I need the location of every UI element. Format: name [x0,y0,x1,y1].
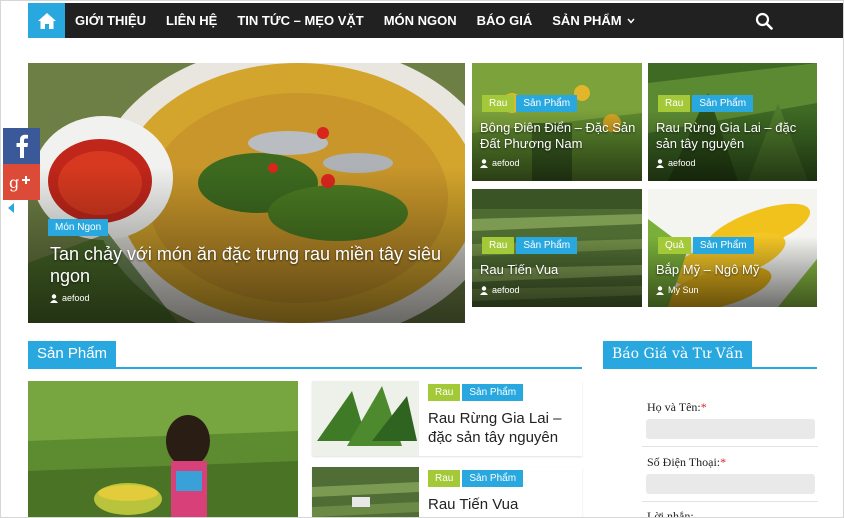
section-title: Báo Giá và Tư Vấn [603,341,753,367]
tag-rau[interactable]: Rau [482,95,515,112]
user-icon [50,293,58,303]
product-tags: Rau Sản Phẩm [428,470,524,487]
social-share-bar: g [3,128,40,213]
product-thumbnail-image [312,467,419,517]
user-icon [656,158,664,168]
product-card[interactable]: Rau Sản Phẩm Rau Rừng Gia Lai – đặc sản … [312,381,582,456]
hero-tile-tags: Rau Sản Phẩm [658,95,754,112]
hero-tile-author: My Sun [656,285,699,295]
tag-san-pham[interactable]: Sản Phẩm [516,237,578,254]
nav-item-san-pham[interactable]: SẢN PHẨM [542,3,644,38]
message-label: Lời nhắn: [647,509,694,518]
chevron-left-icon[interactable] [8,203,14,213]
hero-tile-title[interactable]: Rau Tiến Vua [480,262,640,278]
tag-san-pham[interactable]: Sản Phẩm [462,384,524,401]
product-thumbnail [312,467,419,517]
featured-product-image[interactable] [28,381,298,517]
hero-tile-author: aefood [480,285,520,295]
name-field[interactable] [646,419,815,439]
product-card[interactable]: Rau Sản Phẩm Rau Tiến Vua [312,467,582,517]
home-button[interactable] [28,3,65,38]
nav-menu: GIỚI THIỆU LIÊN HỆ TIN TỨC – MẸO VẶT MÓN… [65,3,645,38]
hero-tile-tags: Rau Sản Phẩm [482,237,578,254]
hero-tile-tags: Rau Sản Phẩm [482,95,578,112]
phone-label: Số Điện Thoại:* [647,455,727,469]
nav-item-tin-tuc[interactable]: TIN TỨC – MẸO VẶT [227,3,373,38]
tag-san-pham[interactable]: Sản Phẩm [516,95,578,112]
user-icon [480,158,488,168]
facebook-icon [16,134,28,158]
product-tags: Rau Sản Phẩm [428,384,524,401]
hero-main-title[interactable]: Tan chảy với món ăn đặc trưng rau miền t… [50,243,455,287]
hero-tile-title[interactable]: Bông Điên Điển – Đặc Sản Đất Phương Nam [480,120,640,152]
section-header-san-pham: Sản Phẩm [28,341,582,369]
nav-item-bao-gia[interactable]: BÁO GIÁ [467,3,543,38]
google-plus-share-button[interactable]: g [3,164,40,200]
tag-qua[interactable]: Quả [658,237,691,254]
hero-tile-title[interactable]: Rau Rừng Gia Lai – đặc sản tây nguyên [656,120,816,152]
tag-rau[interactable]: Rau [428,470,461,487]
tag-mon-ngon[interactable]: Món Ngon [48,219,109,236]
nav-item-lien-he[interactable]: LIÊN HỆ [156,3,227,38]
tag-san-pham[interactable]: Sản Phẩm [462,470,524,487]
hero-tile-author: aefood [656,158,696,168]
hero-tile-bong-dien-dien[interactable]: Rau Sản Phẩm Bông Điên Điển – Đặc Sản Đấ… [472,63,642,181]
hero-tile-rau-rung-gia-lai[interactable]: Rau Sản Phẩm Rau Rừng Gia Lai – đặc sản … [648,63,817,181]
divider [642,446,818,447]
product-thumbnail [312,381,419,456]
svg-text:g: g [9,173,19,192]
page: GIỚI THIỆU LIÊN HỆ TIN TỨC – MẸO VẶT MÓN… [0,0,844,518]
phone-field[interactable] [646,474,815,494]
product-title[interactable]: Rau Tiến Vua [428,495,578,514]
hero-main-author: aefood [50,293,90,303]
section-title: Sản Phẩm [28,341,117,367]
tag-rau[interactable]: Rau [428,384,461,401]
nav-item-gioi-thieu[interactable]: GIỚI THIỆU [65,3,156,38]
name-label: Họ và Tên:* [647,400,707,414]
hero-tile-tags: Quả Sản Phẩm [658,237,754,254]
search-icon[interactable] [755,12,773,30]
hero-tile-bap-my[interactable]: Quả Sản Phẩm Bắp Mỹ – Ngô Mỹ My Sun [648,189,817,307]
facebook-share-button[interactable] [3,128,40,164]
user-icon [656,285,664,295]
user-icon [480,285,488,295]
product-title[interactable]: Rau Rừng Gia Lai – đặc sản tây nguyên [428,409,578,447]
hero-main-tags: Món Ngon [48,219,109,236]
tag-san-pham[interactable]: Sản Phẩm [692,95,754,112]
tag-rau[interactable]: Rau [482,237,515,254]
tag-san-pham[interactable]: Sản Phẩm [692,237,754,254]
product-thumbnail-image [312,381,419,456]
chevron-down-icon [627,18,635,24]
hero-tile-title[interactable]: Bắp Mỹ – Ngô Mỹ [656,262,816,278]
hero-tile-rau-tien-vua[interactable]: Rau Sản Phẩm Rau Tiến Vua aefood [472,189,642,307]
hero-main-post[interactable]: Món Ngon Tan chảy với món ăn đặc trưng r… [28,63,465,323]
google-plus-icon: g [9,173,30,192]
hero-tile-author: aefood [480,158,520,168]
home-icon [37,12,56,29]
divider [642,501,818,502]
nav-item-mon-ngon[interactable]: MÓN NGON [374,3,467,38]
featured-product-photo [28,381,298,517]
section-header-bao-gia: Báo Giá và Tư Vấn [603,341,817,369]
main-nav: GIỚI THIỆU LIÊN HỆ TIN TỨC – MẸO VẶT MÓN… [28,3,843,38]
tag-rau[interactable]: Rau [658,95,691,112]
